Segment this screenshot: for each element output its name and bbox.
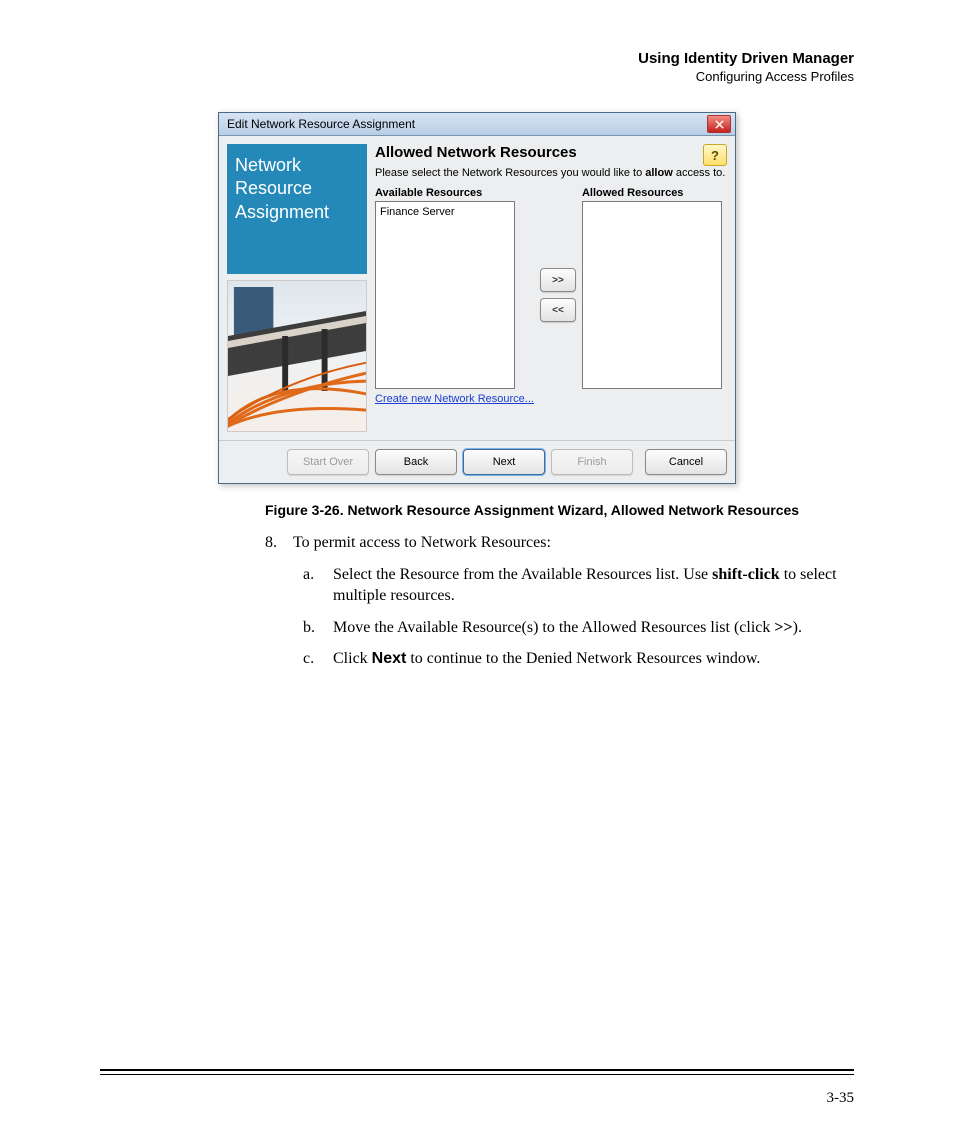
wizard-side-image [227, 280, 367, 432]
allowed-resources-label: Allowed Resources [582, 187, 722, 199]
finish-button[interactable]: Finish [551, 449, 633, 475]
help-icon: ? [711, 148, 719, 163]
help-button[interactable]: ? [703, 144, 727, 166]
allowed-resources-list[interactable] [582, 201, 722, 389]
dialog-footer: Start Over Back Next Finish Cancel [219, 440, 735, 483]
header-subtitle: Configuring Access Profiles [100, 69, 854, 84]
list-item[interactable]: Finance Server [380, 206, 510, 218]
header-title: Using Identity Driven Manager [100, 50, 854, 67]
create-resource-link[interactable]: Create new Network Resource... [375, 393, 534, 405]
wizard-side-title: Network Resource Assignment [227, 144, 367, 274]
move-left-button[interactable]: << [540, 298, 576, 322]
instruction-bold: allow [645, 167, 673, 179]
dialog-titlebar: Edit Network Resource Assignment [219, 113, 735, 136]
start-over-button[interactable]: Start Over [287, 449, 369, 475]
available-resources-label: Available Resources [375, 187, 534, 199]
close-icon [715, 120, 724, 129]
page-header: Using Identity Driven Manager Configurin… [100, 50, 854, 84]
substep-letter: a. [303, 564, 333, 607]
available-resources-list[interactable]: Finance Server [375, 201, 515, 389]
cancel-button[interactable]: Cancel [645, 449, 727, 475]
close-button[interactable] [707, 115, 731, 133]
back-button[interactable]: Back [375, 449, 457, 475]
substep-text: Select the Resource from the Available R… [333, 564, 854, 607]
figure-caption: Figure 3-26. Network Resource Assignment… [100, 502, 854, 518]
dialog-heading: Allowed Network Resources [375, 144, 577, 161]
dialog-window: Edit Network Resource Assignment Network… [218, 112, 736, 484]
footer-rule [100, 1069, 854, 1075]
substep-text: Move the Available Resource(s) to the Al… [333, 617, 802, 639]
substep-text: Click Next to continue to the Denied Net… [333, 648, 760, 670]
step-number: 8. [265, 532, 293, 554]
substep-letter: c. [303, 648, 333, 670]
page-number: 3-35 [827, 1090, 855, 1107]
dialog-instruction: Please select the Network Resources you … [375, 167, 727, 179]
next-button[interactable]: Next [463, 449, 545, 475]
step-text: To permit access to Network Resources: [293, 532, 551, 554]
step-list: 8. To permit access to Network Resources… [100, 532, 854, 670]
instruction-pre: Please select the Network Resources you … [375, 167, 645, 179]
substep-letter: b. [303, 617, 333, 639]
move-right-button[interactable]: >> [540, 268, 576, 292]
instruction-post: access to. [673, 167, 726, 179]
dialog-title: Edit Network Resource Assignment [227, 117, 707, 131]
